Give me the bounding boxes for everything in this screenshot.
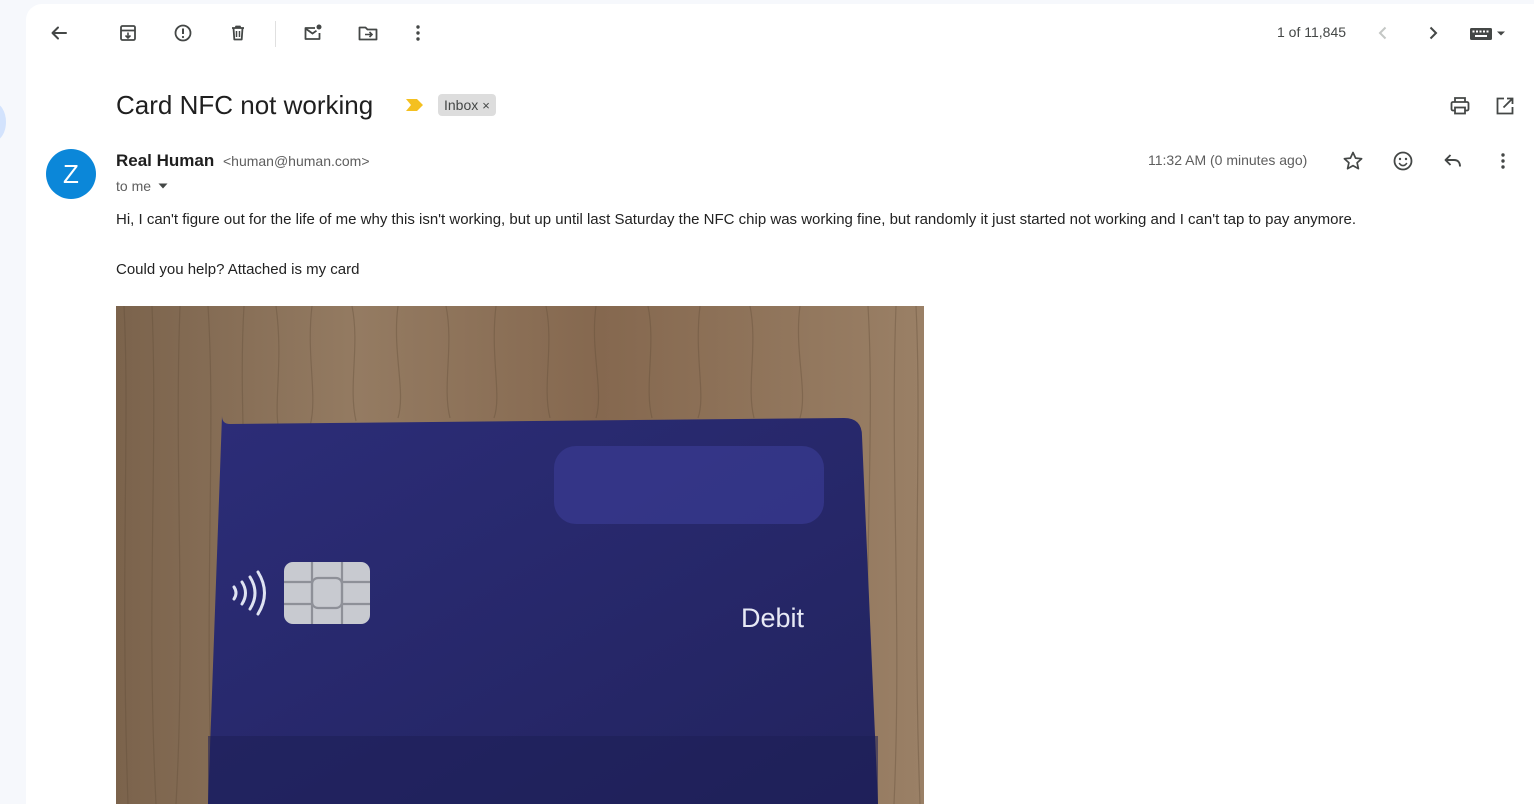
- back-button[interactable]: [41, 15, 77, 51]
- importance-icon: [406, 99, 423, 111]
- side-panel-indicator: [0, 103, 6, 141]
- open-new-window-button[interactable]: [1487, 88, 1523, 124]
- inbox-label-chip: Inbox ×: [438, 94, 496, 116]
- remove-label-button[interactable]: ×: [482, 98, 490, 113]
- card-shadow: [208, 736, 878, 804]
- report-spam-button[interactable]: [165, 15, 201, 51]
- recipient-line[interactable]: to me: [116, 178, 169, 194]
- mark-unread-button[interactable]: [295, 15, 331, 51]
- more-options-button[interactable]: [400, 15, 436, 51]
- emoji-icon: [1393, 151, 1413, 171]
- emv-chip: [284, 562, 370, 624]
- archive-icon: [120, 25, 136, 41]
- newer-button[interactable]: [1365, 15, 1401, 51]
- card-photo: Debit: [116, 306, 924, 804]
- redacted-area: [554, 446, 824, 524]
- email-body-paragraph-2: Could you help? Attached is my card: [116, 261, 360, 278]
- message-more-button[interactable]: [1485, 143, 1521, 179]
- archive-button[interactable]: [110, 15, 146, 51]
- sender-email: <human@human.com>: [222, 153, 370, 169]
- print-all-button[interactable]: [1442, 88, 1478, 124]
- label-name: Inbox: [444, 97, 479, 113]
- toolbar-divider: [275, 21, 276, 47]
- keyboard-icon: [1470, 28, 1505, 40]
- reply-icon: [1444, 154, 1461, 167]
- chevron-left-icon: [1378, 26, 1387, 40]
- email-timestamp: 11:32 AM (0 minutes ago): [1148, 152, 1308, 168]
- email-subject: Card NFC not working: [116, 90, 374, 120]
- move-to-folder-icon: [358, 26, 378, 41]
- importance-marker[interactable]: [405, 97, 425, 118]
- email-view-panel: 1 of 11,845 Card NFC not working Inbox ×…: [26, 4, 1534, 804]
- pagination-count: 1 of 11,845: [1277, 24, 1347, 40]
- caret-down-icon[interactable]: [157, 180, 169, 192]
- older-button[interactable]: [1415, 15, 1451, 51]
- reply-button[interactable]: [1435, 143, 1471, 179]
- card-type-text: Debit: [741, 603, 805, 633]
- star-button[interactable]: [1335, 143, 1371, 179]
- trash-icon: [232, 25, 244, 41]
- move-to-button[interactable]: [350, 15, 386, 51]
- add-reaction-button[interactable]: [1385, 143, 1421, 179]
- input-tools-button[interactable]: [1462, 15, 1514, 51]
- more-vertical-icon: [1501, 153, 1505, 169]
- recipient-text: to me: [116, 178, 152, 194]
- sender-avatar[interactable]: Z: [46, 149, 96, 199]
- chevron-right-icon: [1429, 26, 1438, 40]
- arrow-left-icon: [51, 26, 67, 40]
- print-icon: [1450, 97, 1470, 115]
- mark-unread-icon: [304, 24, 322, 40]
- attached-card-image[interactable]: Debit: [116, 306, 924, 804]
- more-vertical-icon: [416, 25, 420, 41]
- open-in-new-icon: [1496, 97, 1514, 115]
- report-spam-icon: [174, 24, 192, 42]
- sender-name[interactable]: Real Human: [116, 151, 214, 170]
- delete-button[interactable]: [220, 15, 256, 51]
- email-body-paragraph-1: Hi, I can't figure out for the life of m…: [116, 211, 1357, 228]
- sender-line: Real Human <human@human.com>: [116, 151, 370, 171]
- star-icon: [1343, 151, 1363, 170]
